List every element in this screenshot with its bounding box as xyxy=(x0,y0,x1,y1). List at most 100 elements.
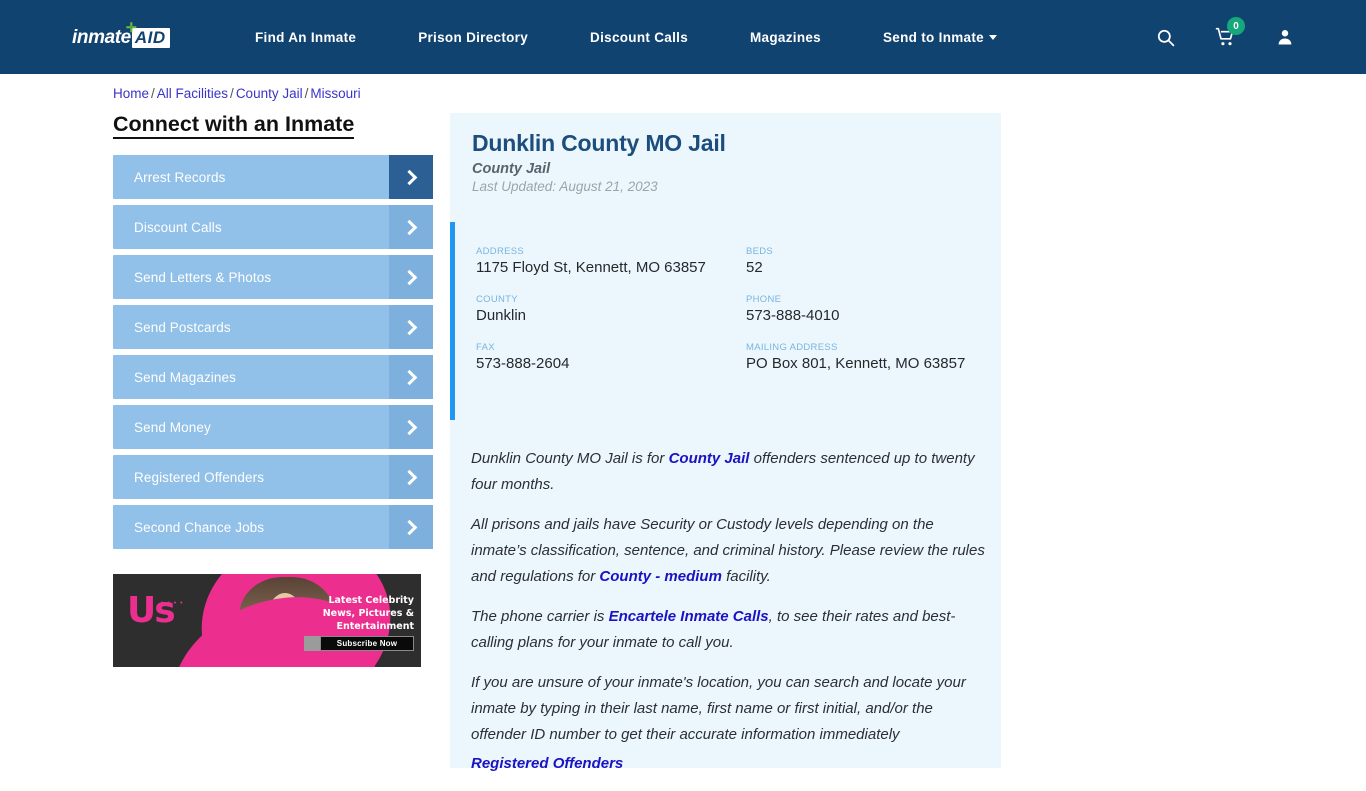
chevron-right-icon xyxy=(389,455,433,499)
info-label: PHONE xyxy=(746,294,782,305)
sidebar-item-label: Second Chance Jobs xyxy=(134,519,265,535)
sidebar-item-arrest-records[interactable]: Arrest Records xyxy=(113,155,433,199)
info-value: 573-888-4010 xyxy=(746,307,840,324)
info-label: ADDRESS xyxy=(476,246,525,257)
site-logo[interactable]: inmate ✛ AID xyxy=(72,21,170,52)
breadcrumb-separator: / xyxy=(304,86,309,101)
nav-item-find-an-inmate[interactable]: Find An Inmate xyxy=(255,30,356,45)
sidebar-item-label: Send Postcards xyxy=(134,319,231,335)
breadcrumb-separator: / xyxy=(151,86,155,101)
facility-info-box: ADDRESS 1175 Floyd St, Kennett, MO 63857… xyxy=(450,222,1001,420)
facility-info-grid: ADDRESS 1175 Floyd St, Kennett, MO 63857… xyxy=(476,246,976,373)
ad-subscribe-button[interactable]: Subscribe Now xyxy=(320,636,414,651)
green-cross-icon: ✛ xyxy=(125,20,138,35)
facility-detail-panel: Dunklin County MO Jail County Jail Last … xyxy=(450,113,1001,772)
ad-headline: Latest Celebrity News, Pictures & Entert… xyxy=(322,595,414,632)
info-label: FAX xyxy=(476,342,495,353)
nav-label: Prison Directory xyxy=(418,29,529,45)
chevron-right-icon xyxy=(389,505,433,549)
info-field-mailing-address: MAILING ADDRESS PO Box 801, Kennett, MO … xyxy=(746,342,976,373)
sidebar-item-discount-calls[interactable]: Discount Calls xyxy=(113,205,433,249)
description-paragraph-3: The phone carrier is Encartele Inmate Ca… xyxy=(471,604,991,656)
nav-item-prison-directory[interactable]: Prison Directory xyxy=(418,30,528,45)
facility-type: County Jail xyxy=(472,161,551,177)
logo-text-inmate: inmate xyxy=(72,27,131,48)
info-value: PO Box 801, Kennett, MO 63857 xyxy=(746,355,966,372)
text-run: Dunklin County MO Jail is for xyxy=(471,450,669,467)
sidebar-item-send-money[interactable]: Send Money xyxy=(113,405,433,449)
breadcrumb-item-all-facilities[interactable]: All Facilities xyxy=(157,86,228,101)
sidebar-item-label: Arrest Records xyxy=(134,169,226,185)
sidebar-item-label: Send Letters & Photos xyxy=(134,269,272,285)
info-label: MAILING ADDRESS xyxy=(746,342,838,353)
link-registered-offenders[interactable]: Registered Offenders xyxy=(471,755,623,772)
sidebar: Connect with an Inmate Arrest Records Di… xyxy=(113,112,433,555)
chevron-down-icon xyxy=(988,34,997,40)
info-field-county: COUNTY Dunklin xyxy=(476,294,746,325)
link-encartele-inmate-calls[interactable]: Encartele Inmate Calls xyxy=(609,608,769,625)
chevron-right-icon xyxy=(389,205,433,249)
description-paragraph-5: Registered Offenders xyxy=(471,751,991,777)
primary-nav-links: Find An Inmate Prison Directory Discount… xyxy=(255,0,997,74)
chevron-right-icon xyxy=(389,405,433,449)
sidebar-item-label: Send Magazines xyxy=(134,369,236,385)
breadcrumb: Home / All Facilities / County Jail / Missouri xyxy=(113,86,361,101)
chevron-right-icon xyxy=(389,305,433,349)
text-run: If you are unsure of your inmate's locat… xyxy=(471,674,966,743)
info-value: Dunklin xyxy=(476,307,527,324)
sidebar-heading: Connect with an Inmate xyxy=(113,112,355,139)
ad-cta-shade xyxy=(304,636,320,651)
cart-icon[interactable]: 0 xyxy=(1214,17,1245,48)
link-county-medium[interactable]: County - medium xyxy=(599,568,722,585)
description-paragraph-2: All prisons and jails have Security or C… xyxy=(471,512,991,590)
nav-label: Send to Inmate xyxy=(883,29,984,45)
description-paragraph-4: If you are unsure of your inmate's locat… xyxy=(471,670,991,748)
sidebar-item-label: Send Money xyxy=(134,419,211,435)
info-field-beds: BEDS 52 xyxy=(746,246,976,277)
nav-item-discount-calls[interactable]: Discount Calls xyxy=(590,30,688,45)
info-value: 573-888-2604 xyxy=(476,355,570,372)
description-paragraph-1: Dunklin County MO Jail is for County Jai… xyxy=(471,446,991,498)
info-label: COUNTY xyxy=(476,294,518,305)
breadcrumb-item-home[interactable]: Home xyxy=(113,86,149,101)
chevron-right-icon xyxy=(389,255,433,299)
sidebar-item-label: Registered Offenders xyxy=(134,469,265,485)
search-icon[interactable] xyxy=(1154,26,1176,48)
nav-item-magazines[interactable]: Magazines xyxy=(750,30,821,45)
breadcrumb-item-county-jail[interactable]: County Jail xyxy=(236,86,303,101)
facility-last-updated: Last Updated: August 21, 2023 xyxy=(472,179,658,194)
nav-item-send-to-inmate[interactable]: Send to Inmate xyxy=(883,30,997,45)
nav-label: Magazines xyxy=(750,29,821,45)
sidebar-item-send-letters-photos[interactable]: Send Letters & Photos xyxy=(113,255,433,299)
link-county-jail[interactable]: County Jail xyxy=(669,450,750,467)
text-run: The phone carrier is xyxy=(471,608,609,625)
sidebar-item-second-chance-jobs[interactable]: Second Chance Jobs xyxy=(113,505,433,549)
nav-icon-group: 0 xyxy=(1154,0,1296,74)
facility-description: Dunklin County MO Jail is for County Jai… xyxy=(471,446,991,791)
info-value: 1175 Floyd St, Kennett, MO 63857 xyxy=(476,259,706,276)
info-field-phone: PHONE 573-888-4010 xyxy=(746,294,976,325)
page-title: Dunklin County MO Jail xyxy=(472,130,726,156)
breadcrumb-separator: / xyxy=(230,86,234,101)
user-account-icon[interactable] xyxy=(1274,26,1296,48)
info-field-address: ADDRESS 1175 Floyd St, Kennett, MO 63857 xyxy=(476,246,746,277)
text-run: facility. xyxy=(721,568,771,585)
logo-text-aid: ✛ AID xyxy=(126,21,170,48)
cart-count-badge: 0 xyxy=(1227,17,1245,35)
sidebar-item-send-magazines[interactable]: Send Magazines xyxy=(113,355,433,399)
nav-label: Discount Calls xyxy=(590,29,689,45)
chevron-right-icon xyxy=(389,355,433,399)
sidebar-item-registered-offenders[interactable]: Registered Offenders xyxy=(113,455,433,499)
top-navigation-bar: inmate ✛ AID Find An Inmate Prison Direc… xyxy=(0,0,1366,74)
breadcrumb-item-missouri[interactable]: Missouri xyxy=(310,86,360,101)
info-label: BEDS xyxy=(746,246,774,257)
advertisement-banner[interactable]: Us • • • • Latest Celebrity News, Pictur… xyxy=(113,574,421,667)
chevron-right-icon xyxy=(389,155,433,199)
info-value: 52 xyxy=(746,259,763,276)
sidebar-item-send-postcards[interactable]: Send Postcards xyxy=(113,305,433,349)
logo-aid-label: AID xyxy=(134,28,166,47)
ad-brand-dots: • • • • xyxy=(161,600,184,607)
nav-label: Find An Inmate xyxy=(255,29,357,45)
info-field-fax: FAX 573-888-2604 xyxy=(476,342,746,373)
sidebar-item-label: Discount Calls xyxy=(134,219,222,235)
